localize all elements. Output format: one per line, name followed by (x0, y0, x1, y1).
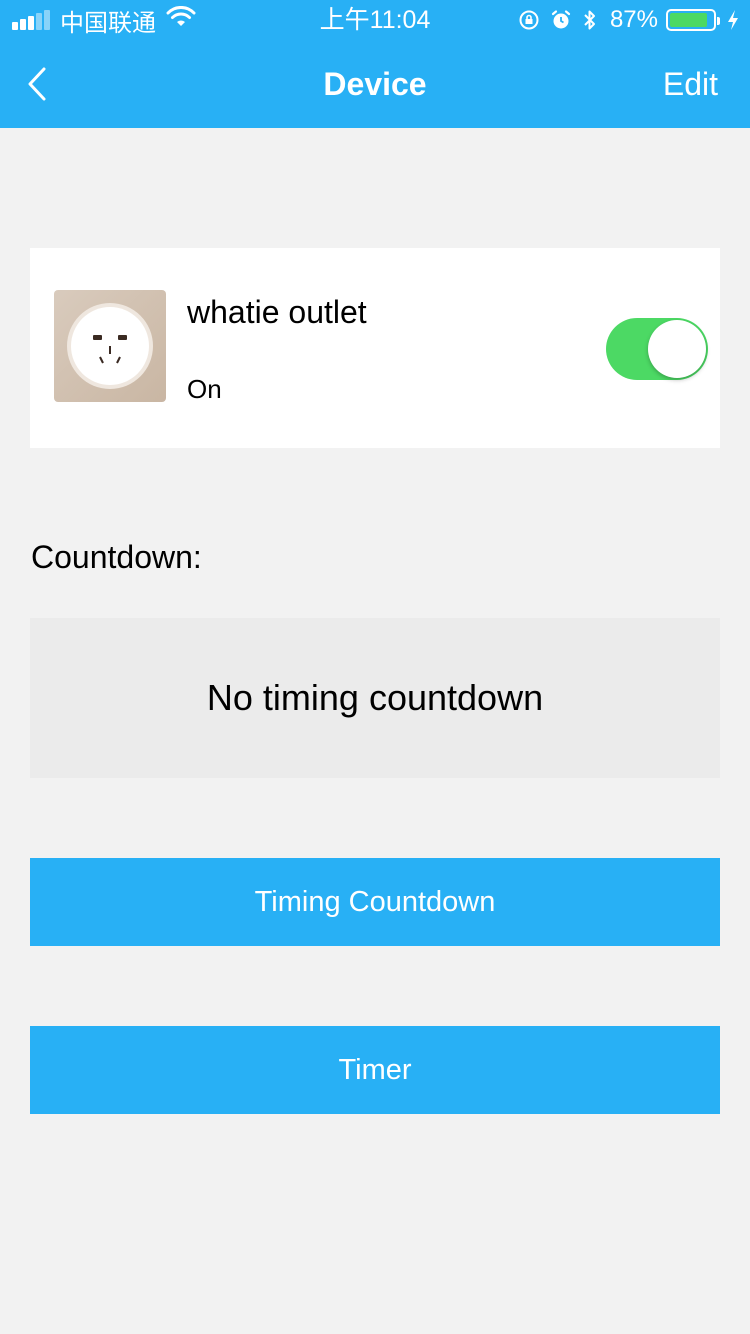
power-toggle[interactable] (606, 318, 708, 380)
charging-icon (726, 8, 740, 32)
timing-countdown-button[interactable]: Timing Countdown (30, 858, 720, 946)
status-bar: 中国联通 上午11:04 87% (0, 0, 750, 40)
countdown-box: No timing countdown (30, 618, 720, 778)
battery-icon (666, 9, 720, 31)
power-outlet-icon (54, 290, 166, 402)
status-bar-right: 87% (508, 6, 740, 34)
countdown-empty-text: No timing countdown (206, 677, 544, 718)
battery-percent: 87% (609, 6, 658, 33)
orientation-lock-icon (518, 9, 540, 31)
page-title: Device (323, 66, 427, 102)
device-card[interactable]: whatie outlet On (30, 248, 720, 448)
battery-fill (670, 13, 707, 27)
timer-button[interactable]: Timer (30, 1026, 720, 1114)
device-state: On (187, 374, 222, 404)
toggle-knob (648, 320, 706, 378)
countdown-label: Countdown: (31, 539, 202, 575)
alarm-icon (550, 9, 572, 31)
bluetooth-icon (582, 8, 598, 32)
app-header: 中国联通 上午11:04 87% Device Edit (0, 0, 750, 128)
edit-button[interactable]: Edit (663, 64, 718, 104)
device-name: whatie outlet (187, 294, 367, 330)
